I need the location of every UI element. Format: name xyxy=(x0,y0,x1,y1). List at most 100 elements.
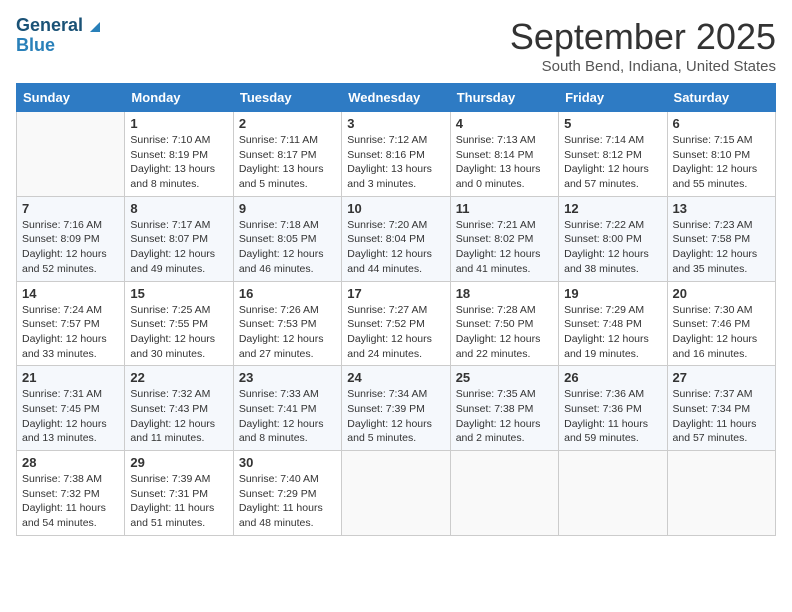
week-row-5: 28 Sunrise: 7:38 AMSunset: 7:32 PMDayligh… xyxy=(17,451,776,536)
calendar-cell xyxy=(342,451,450,536)
day-number: 21 xyxy=(22,370,119,385)
day-number: 18 xyxy=(456,286,553,301)
calendar-cell: 23 Sunrise: 7:33 AMSunset: 7:41 PMDayligh… xyxy=(233,366,341,451)
cell-content: Sunrise: 7:25 AMSunset: 7:55 PMDaylight:… xyxy=(130,303,227,362)
title-block: September 2025 South Bend, Indiana, Unit… xyxy=(510,16,776,75)
day-number: 28 xyxy=(22,455,119,470)
cell-content: Sunrise: 7:12 AMSunset: 8:16 PMDaylight:… xyxy=(347,133,444,192)
cell-content: Sunrise: 7:37 AMSunset: 7:34 PMDaylight:… xyxy=(673,387,770,446)
calendar-cell: 7 Sunrise: 7:16 AMSunset: 8:09 PMDaylight… xyxy=(17,196,125,281)
calendar-table: SundayMondayTuesdayWednesdayThursdayFrid… xyxy=(16,83,776,536)
cell-content: Sunrise: 7:29 AMSunset: 7:48 PMDaylight:… xyxy=(564,303,661,362)
day-number: 12 xyxy=(564,201,661,216)
day-number: 26 xyxy=(564,370,661,385)
week-row-4: 21 Sunrise: 7:31 AMSunset: 7:45 PMDayligh… xyxy=(17,366,776,451)
calendar-cell xyxy=(667,451,775,536)
logo-general: General xyxy=(16,16,83,36)
day-number: 8 xyxy=(130,201,227,216)
calendar-cell: 8Sunrise: 7:17 AMSunset: 8:07 PMDaylight… xyxy=(125,196,233,281)
day-number: 4 xyxy=(456,116,553,131)
calendar-cell: 16 Sunrise: 7:26 AMSunset: 7:53 PMDayligh… xyxy=(233,281,341,366)
calendar-cell: 1 Sunrise: 7:10 AMSunset: 8:19 PMDaylight… xyxy=(125,112,233,197)
day-header-friday: Friday xyxy=(559,84,667,112)
week-row-3: 14 Sunrise: 7:24 AMSunset: 7:57 PMDayligh… xyxy=(17,281,776,366)
day-number: 22 xyxy=(130,370,227,385)
day-number: 6 xyxy=(673,116,770,131)
calendar-cell: 26 Sunrise: 7:36 AMSunset: 7:36 PMDayligh… xyxy=(559,366,667,451)
cell-content: Sunrise: 7:30 AMSunset: 7:46 PMDaylight:… xyxy=(673,303,770,362)
day-number: 27 xyxy=(673,370,770,385)
cell-content: Sunrise: 7:18 AMSunset: 8:05 PMDaylight:… xyxy=(239,218,336,277)
calendar-cell: 11 Sunrise: 7:21 AMSunset: 8:02 PMDayligh… xyxy=(450,196,558,281)
day-header-sunday: Sunday xyxy=(17,84,125,112)
calendar-cell: 19 Sunrise: 7:29 AMSunset: 7:48 PMDayligh… xyxy=(559,281,667,366)
calendar-cell: 21 Sunrise: 7:31 AMSunset: 7:45 PMDayligh… xyxy=(17,366,125,451)
day-number: 11 xyxy=(456,201,553,216)
cell-content: Sunrise: 7:31 AMSunset: 7:45 PMDaylight:… xyxy=(22,387,119,446)
cell-content: Sunrise: 7:36 AMSunset: 7:36 PMDaylight:… xyxy=(564,387,661,446)
calendar-cell: 20 Sunrise: 7:30 AMSunset: 7:46 PMDayligh… xyxy=(667,281,775,366)
header-row: SundayMondayTuesdayWednesdayThursdayFrid… xyxy=(17,84,776,112)
calendar-cell: 10 Sunrise: 7:20 AMSunset: 8:04 PMDayligh… xyxy=(342,196,450,281)
page-header: General Blue September 2025 South Bend, … xyxy=(16,16,776,75)
calendar-cell: 22 Sunrise: 7:32 AMSunset: 7:43 PMDayligh… xyxy=(125,366,233,451)
cell-content: Sunrise: 7:10 AMSunset: 8:19 PMDaylight:… xyxy=(130,133,227,192)
day-number: 24 xyxy=(347,370,444,385)
calendar-cell xyxy=(559,451,667,536)
day-number: 1 xyxy=(130,116,227,131)
calendar-cell: 30Sunrise: 7:40 AMSunset: 7:29 PMDayligh… xyxy=(233,451,341,536)
location: South Bend, Indiana, United States xyxy=(510,58,776,75)
month-title: September 2025 xyxy=(510,16,776,58)
day-number: 23 xyxy=(239,370,336,385)
day-number: 17 xyxy=(347,286,444,301)
day-number: 30 xyxy=(239,455,336,470)
calendar-cell: 18 Sunrise: 7:28 AMSunset: 7:50 PMDayligh… xyxy=(450,281,558,366)
calendar-cell: 29Sunrise: 7:39 AMSunset: 7:31 PMDayligh… xyxy=(125,451,233,536)
logo-icon xyxy=(86,18,102,34)
day-number: 9 xyxy=(239,201,336,216)
day-header-monday: Monday xyxy=(125,84,233,112)
cell-content: Sunrise: 7:15 AMSunset: 8:10 PMDaylight:… xyxy=(673,133,770,192)
cell-content: Sunrise: 7:16 AMSunset: 8:09 PMDaylight:… xyxy=(22,218,119,277)
calendar-cell: 12 Sunrise: 7:22 AMSunset: 8:00 PMDayligh… xyxy=(559,196,667,281)
day-number: 14 xyxy=(22,286,119,301)
calendar-cell xyxy=(450,451,558,536)
calendar-cell xyxy=(17,112,125,197)
cell-content: Sunrise: 7:33 AMSunset: 7:41 PMDaylight:… xyxy=(239,387,336,446)
calendar-cell: 5Sunrise: 7:14 AMSunset: 8:12 PMDaylight… xyxy=(559,112,667,197)
day-header-wednesday: Wednesday xyxy=(342,84,450,112)
cell-content: Sunrise: 7:32 AMSunset: 7:43 PMDaylight:… xyxy=(130,387,227,446)
day-number: 3 xyxy=(347,116,444,131)
calendar-cell: 27 Sunrise: 7:37 AMSunset: 7:34 PMDayligh… xyxy=(667,366,775,451)
logo-blue: Blue xyxy=(16,36,102,56)
day-header-tuesday: Tuesday xyxy=(233,84,341,112)
day-number: 20 xyxy=(673,286,770,301)
cell-content: Sunrise: 7:14 AMSunset: 8:12 PMDaylight:… xyxy=(564,133,661,192)
calendar-cell: 24 Sunrise: 7:34 AMSunset: 7:39 PMDayligh… xyxy=(342,366,450,451)
day-number: 7 xyxy=(22,201,119,216)
cell-content: Sunrise: 7:34 AMSunset: 7:39 PMDaylight:… xyxy=(347,387,444,446)
day-number: 13 xyxy=(673,201,770,216)
day-number: 19 xyxy=(564,286,661,301)
cell-content: Sunrise: 7:26 AMSunset: 7:53 PMDaylight:… xyxy=(239,303,336,362)
calendar-cell: 13Sunrise: 7:23 AMSunset: 7:58 PMDayligh… xyxy=(667,196,775,281)
cell-content: Sunrise: 7:13 AMSunset: 8:14 PMDaylight:… xyxy=(456,133,553,192)
cell-content: Sunrise: 7:24 AMSunset: 7:57 PMDaylight:… xyxy=(22,303,119,362)
calendar-cell: 15 Sunrise: 7:25 AMSunset: 7:55 PMDayligh… xyxy=(125,281,233,366)
cell-content: Sunrise: 7:21 AMSunset: 8:02 PMDaylight:… xyxy=(456,218,553,277)
cell-content: Sunrise: 7:38 AMSunset: 7:32 PMDaylight:… xyxy=(22,472,119,531)
cell-content: Sunrise: 7:11 AMSunset: 8:17 PMDaylight:… xyxy=(239,133,336,192)
logo: General Blue xyxy=(16,16,102,56)
cell-content: Sunrise: 7:20 AMSunset: 8:04 PMDaylight:… xyxy=(347,218,444,277)
day-number: 10 xyxy=(347,201,444,216)
calendar-cell: 3 Sunrise: 7:12 AMSunset: 8:16 PMDaylight… xyxy=(342,112,450,197)
day-number: 25 xyxy=(456,370,553,385)
cell-content: Sunrise: 7:28 AMSunset: 7:50 PMDaylight:… xyxy=(456,303,553,362)
day-number: 15 xyxy=(130,286,227,301)
week-row-2: 7 Sunrise: 7:16 AMSunset: 8:09 PMDaylight… xyxy=(17,196,776,281)
calendar-cell: 14 Sunrise: 7:24 AMSunset: 7:57 PMDayligh… xyxy=(17,281,125,366)
cell-content: Sunrise: 7:22 AMSunset: 8:00 PMDaylight:… xyxy=(564,218,661,277)
calendar-cell: 17Sunrise: 7:27 AMSunset: 7:52 PMDayligh… xyxy=(342,281,450,366)
calendar-cell: 28 Sunrise: 7:38 AMSunset: 7:32 PMDayligh… xyxy=(17,451,125,536)
day-number: 16 xyxy=(239,286,336,301)
